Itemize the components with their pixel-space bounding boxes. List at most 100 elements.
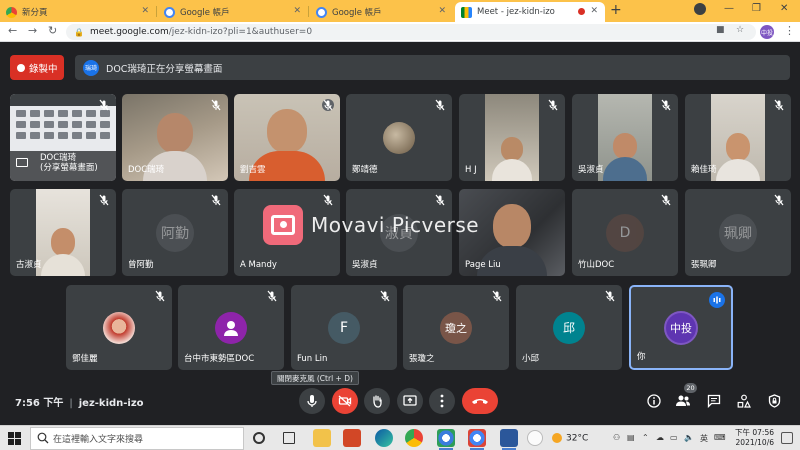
self-tile[interactable]: 中投 你 bbox=[629, 285, 733, 370]
display-tray-icon[interactable]: ▭ bbox=[670, 433, 678, 442]
close-tab-icon[interactable]: ✕ bbox=[293, 6, 301, 16]
word-icon[interactable] bbox=[500, 429, 518, 450]
minimize-icon[interactable]: — bbox=[724, 3, 734, 14]
chrome-icon[interactable] bbox=[405, 429, 423, 447]
input-method-icon[interactable]: ⌨ bbox=[714, 433, 726, 442]
ime-mode[interactable]: 英 bbox=[700, 433, 708, 444]
participant-avatar: D bbox=[606, 213, 644, 252]
forward-icon[interactable]: → bbox=[28, 24, 37, 37]
participant-tile[interactable]: D 竹山DOC bbox=[572, 189, 678, 276]
task-view-icon[interactable] bbox=[283, 432, 295, 444]
address-bar[interactable]: 🔒 meet.google.com /jez-kidn-izo?pli=1&au… bbox=[66, 24, 756, 40]
menu-icon[interactable]: ⋮ bbox=[784, 24, 795, 37]
participant-tile[interactable]: 鄧佳麗 bbox=[66, 285, 172, 370]
host-controls-button[interactable] bbox=[765, 392, 783, 410]
reload-icon[interactable]: ↻ bbox=[48, 24, 57, 37]
recording-badge[interactable]: 錄製中 bbox=[10, 55, 64, 80]
participant-tile[interactable]: 古淑貞 bbox=[10, 189, 116, 276]
browser-tab-strip: 新分頁 ✕ Google 帳戶 ✕ Google 帳戶 ✕ Meet - jez… bbox=[0, 0, 800, 22]
onedrive-tray-icon[interactable]: ☁ bbox=[656, 433, 664, 442]
tab-label: 新分頁 bbox=[22, 8, 48, 18]
activities-button[interactable] bbox=[735, 392, 753, 410]
present-button[interactable] bbox=[397, 388, 423, 414]
people-tray-icon[interactable]: ⚇ bbox=[613, 433, 620, 442]
participant-tile[interactable]: 吳淑貞 bbox=[572, 94, 678, 181]
participant-name: DOC瑞琦 bbox=[128, 165, 165, 175]
more-options-button[interactable] bbox=[429, 388, 455, 414]
default-avatar-icon bbox=[215, 311, 247, 344]
mic-muted-icon bbox=[322, 99, 334, 111]
participant-tile[interactable]: 阿勤 曾阿勤 bbox=[122, 189, 228, 276]
close-tab-icon[interactable]: ✕ bbox=[141, 6, 149, 16]
chrome-icon bbox=[6, 6, 17, 18]
mic-muted-icon bbox=[155, 290, 165, 302]
tab-label: Google 帳戶 bbox=[180, 8, 230, 18]
participant-tile[interactable]: 賴佳琦 bbox=[685, 94, 791, 181]
tab-google-account-2[interactable]: Google 帳戶 ✕ bbox=[310, 2, 453, 22]
participant-avatar: 瓊之 bbox=[440, 311, 472, 344]
participant-tile[interactable]: 珮卿 張珮卿 bbox=[685, 189, 791, 276]
camera-in-use-icon[interactable]: ■ bbox=[716, 25, 725, 35]
mic-muted-icon bbox=[380, 290, 390, 302]
notification-icon[interactable] bbox=[781, 432, 793, 444]
taskbar-clock[interactable]: 下午 07:56 2021/10/6 bbox=[726, 428, 774, 448]
mic-muted-icon bbox=[267, 290, 277, 302]
participant-name: Fun Lin bbox=[297, 354, 328, 364]
participant-tile[interactable]: H J bbox=[459, 94, 565, 181]
participant-tile-screen-share[interactable]: DOC瑞琦 (分享螢幕畫面) bbox=[10, 94, 116, 181]
volume-tray-icon[interactable]: 🔈 bbox=[684, 433, 694, 442]
network-tray-icon[interactable]: ▤ bbox=[627, 433, 635, 442]
windows-taskbar: 在這裡輸入文字來搜尋 32°C ⚇ ▤ ⌃ ☁ ▭ 🔈 英 ⌨ 下午 07:56… bbox=[0, 425, 800, 450]
tab-google-account-1[interactable]: Google 帳戶 ✕ bbox=[158, 2, 308, 22]
new-tab-button[interactable]: + bbox=[610, 2, 622, 18]
edge-icon[interactable] bbox=[375, 429, 393, 447]
profile-avatar[interactable]: 中投 bbox=[760, 25, 774, 39]
mic-muted-icon bbox=[435, 99, 445, 111]
participant-name: 鄧佳麗 bbox=[72, 354, 98, 364]
close-tab-icon[interactable]: ✕ bbox=[438, 6, 446, 16]
chrome-profile-icon[interactable] bbox=[468, 429, 486, 450]
chrome-app-meet-icon[interactable] bbox=[437, 429, 455, 450]
chat-button[interactable] bbox=[705, 392, 723, 410]
restore-icon[interactable]: ❐ bbox=[752, 3, 761, 14]
meeting-details-button[interactable] bbox=[645, 392, 663, 410]
clock-time: 下午 07:56 bbox=[735, 428, 774, 437]
participant-tile[interactable]: 劉吉雲 bbox=[234, 94, 340, 181]
participant-name: 竹山DOC bbox=[578, 260, 615, 270]
participant-tile[interactable]: 鄭靖德 bbox=[346, 94, 452, 181]
participant-video bbox=[711, 94, 765, 181]
self-avatar: 中投 bbox=[664, 310, 698, 345]
lock-icon: 🔒 bbox=[74, 27, 84, 37]
participants-button[interactable] bbox=[674, 392, 692, 410]
camera-button[interactable] bbox=[332, 388, 358, 414]
sun-icon bbox=[552, 433, 562, 443]
show-hidden-icons[interactable]: ⌃ bbox=[642, 433, 649, 442]
bookmark-star-icon[interactable]: ☆ bbox=[736, 25, 744, 35]
extension-icon[interactable] bbox=[694, 3, 706, 15]
mic-button[interactable] bbox=[299, 388, 325, 414]
file-explorer-icon[interactable] bbox=[313, 429, 331, 447]
tab-meet[interactable]: Meet - jez-kidn-izo ✕ bbox=[455, 2, 605, 22]
weather-widget[interactable]: 32°C bbox=[552, 433, 588, 444]
close-tab-icon[interactable]: ✕ bbox=[590, 6, 598, 16]
participant-tile[interactable]: F Fun Lin bbox=[291, 285, 397, 370]
leave-call-button[interactable] bbox=[462, 388, 498, 414]
participant-tile[interactable]: 瓊之 張瓊之 bbox=[403, 285, 509, 370]
participant-tile[interactable]: 邱 小邱 bbox=[516, 285, 622, 370]
back-icon[interactable]: ← bbox=[8, 24, 17, 37]
cortana-icon[interactable] bbox=[253, 432, 265, 444]
raise-hand-button[interactable] bbox=[364, 388, 390, 414]
taskbar-search-box[interactable]: 在這裡輸入文字來搜尋 bbox=[30, 427, 244, 450]
windows-start-icon[interactable] bbox=[8, 432, 21, 445]
hand-icon bbox=[373, 395, 382, 408]
participant-avatar: 邱 bbox=[553, 311, 585, 344]
powerpoint-icon[interactable] bbox=[343, 429, 361, 447]
participant-tile[interactable]: 台中市東勢區DOC bbox=[178, 285, 284, 370]
presenting-banner: 瑞琦 DOC瑞琦正在分享螢幕畫面 bbox=[75, 55, 790, 80]
hang-up-icon bbox=[472, 399, 488, 404]
app-icon[interactable] bbox=[527, 430, 543, 446]
participant-tile[interactable]: DOC瑞琦 bbox=[122, 94, 228, 181]
tab-new-tab[interactable]: 新分頁 ✕ bbox=[0, 2, 156, 22]
close-window-icon[interactable]: ✕ bbox=[780, 3, 788, 14]
participant-name: 小邱 bbox=[522, 354, 540, 364]
